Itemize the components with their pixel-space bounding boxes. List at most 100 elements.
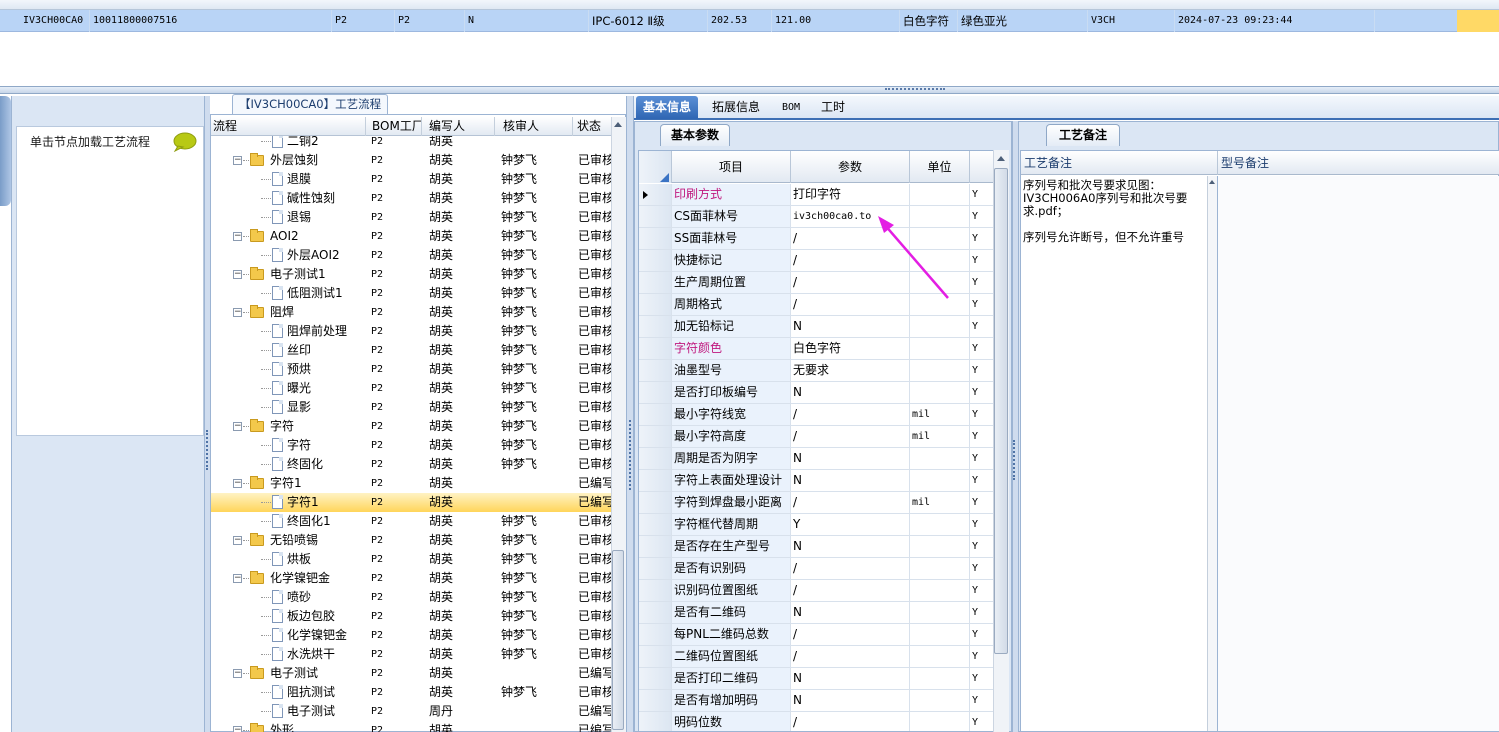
row-selector[interactable] xyxy=(639,360,672,381)
row-selector[interactable] xyxy=(639,712,672,731)
column-header-unit[interactable]: 单位 xyxy=(910,151,970,183)
param-value-cell[interactable]: / xyxy=(791,646,910,667)
param-row[interactable]: 字符到焊盘最小距离 / mil Y xyxy=(639,492,993,514)
cell-mask-color[interactable]: 绿色亚光 xyxy=(958,10,1088,32)
cell-width[interactable]: 121.00 xyxy=(772,10,900,32)
tree-step-row[interactable]: 终固化1 P2 胡英 钟梦飞 已审核 xyxy=(211,512,611,531)
tree-node-cell[interactable]: 水洗烘干 xyxy=(211,645,366,664)
row-selector[interactable] xyxy=(639,206,672,227)
splitter-grip-icon[interactable] xyxy=(1013,440,1015,480)
scroll-up-arrow-icon[interactable] xyxy=(614,122,622,127)
tree-step-row[interactable]: 阻抗测试 P2 胡英 钟梦飞 已审核 xyxy=(211,683,611,702)
param-row[interactable]: 是否有二维码 N Y xyxy=(639,602,993,624)
tree-step-row[interactable]: 显影 P2 胡英 钟梦飞 已审核 xyxy=(211,398,611,417)
collapse-toggle-icon[interactable]: − xyxy=(233,669,242,678)
tree-node-cell[interactable]: − 字符1 xyxy=(211,474,366,493)
param-value-cell[interactable]: N xyxy=(791,470,910,491)
tree-step-row[interactable]: 板边包胶 P2 胡英 钟梦飞 已审核 xyxy=(211,607,611,626)
tree-step-row[interactable]: 化学镍钯金 P2 胡英 钟梦飞 已审核 xyxy=(211,626,611,645)
tab-basic-info[interactable]: 基本信息 xyxy=(636,96,699,119)
tree-node-cell[interactable]: − 化学镍钯金 xyxy=(211,569,366,588)
param-value-cell[interactable]: / xyxy=(791,624,910,645)
tree-folder-row[interactable]: − 外层蚀刻 P2 胡英 钟梦飞 已审核 xyxy=(211,151,611,170)
tree-step-row[interactable]: 退锡 P2 胡英 钟梦飞 已审核 xyxy=(211,208,611,227)
row-selector[interactable] xyxy=(639,448,672,469)
row-selector[interactable] xyxy=(639,470,672,491)
row-selector[interactable] xyxy=(639,492,672,513)
row-selector[interactable] xyxy=(639,338,672,359)
row-selector[interactable] xyxy=(639,272,672,293)
row-selector[interactable] xyxy=(639,668,672,689)
tree-folder-row[interactable]: − 电子测试1 P2 胡英 钟梦飞 已审核 xyxy=(211,265,611,284)
tree-node-cell[interactable]: − AOI2 xyxy=(211,227,366,246)
column-header-reviewer[interactable]: 核审人 xyxy=(495,117,573,136)
tree-node-cell[interactable]: 烘板 xyxy=(211,550,366,569)
tree-step-row[interactable]: 预烘 P2 胡英 钟梦飞 已审核 xyxy=(211,360,611,379)
param-row[interactable]: 加无铅标记 N Y xyxy=(639,316,993,338)
param-row[interactable]: 识别码位置图纸 / Y xyxy=(639,580,993,602)
tree-step-row[interactable]: 电子测试 P2 周丹 已编写 xyxy=(211,702,611,721)
param-value-cell[interactable]: N xyxy=(791,668,910,689)
tree-node-cell[interactable]: 喷砂 xyxy=(211,588,366,607)
tree-step-row[interactable]: 终固化 P2 胡英 钟梦飞 已审核 xyxy=(211,455,611,474)
param-row[interactable]: 最小字符线宽 / mil Y xyxy=(639,404,993,426)
tree-folder-row[interactable]: − 字符1 P2 胡英 已编写 xyxy=(211,474,611,493)
tree-folder-row[interactable]: − 化学镍钯金 P2 胡英 钟梦飞 已审核 xyxy=(211,569,611,588)
tree-step-row[interactable]: 二铜2 P2 胡英 xyxy=(211,136,611,151)
row-selector[interactable] xyxy=(639,250,672,271)
tree-node-cell[interactable]: − 外形 xyxy=(211,721,366,732)
tree-folder-row[interactable]: − 无铅喷锡 P2 胡英 钟梦飞 已审核 xyxy=(211,531,611,550)
param-value-cell[interactable]: 白色字符 xyxy=(791,338,910,359)
tree-step-row[interactable]: 喷砂 P2 胡英 钟梦飞 已审核 xyxy=(211,588,611,607)
flow-tree-scroll-thumb[interactable] xyxy=(612,550,624,730)
tree-step-row[interactable]: 曝光 P2 胡英 钟梦飞 已审核 xyxy=(211,379,611,398)
tree-node-cell[interactable]: − 电子测试1 xyxy=(211,265,366,284)
param-row[interactable]: 是否存在生产型号 N Y xyxy=(639,536,993,558)
horizontal-splitter[interactable] xyxy=(0,86,1499,94)
tree-node-cell[interactable]: 低阻测试1 xyxy=(211,284,366,303)
row-selector[interactable] xyxy=(639,228,672,249)
tab-bom[interactable]: BOM xyxy=(775,96,807,119)
collapse-toggle-icon[interactable]: − xyxy=(233,574,242,583)
tree-node-cell[interactable]: − 字符 xyxy=(211,417,366,436)
cell-length[interactable]: 202.53 xyxy=(708,10,772,32)
column-header-flag[interactable] xyxy=(970,151,993,183)
param-row[interactable]: 油墨型号 无要求 Y xyxy=(639,360,993,382)
cell-version[interactable]: V3CH xyxy=(1088,10,1175,32)
tree-node-cell[interactable]: − 阻焊 xyxy=(211,303,366,322)
collapse-toggle-icon[interactable]: − xyxy=(233,422,242,431)
tree-node-cell[interactable]: 碱性蚀刻 xyxy=(211,189,366,208)
tree-node-cell[interactable]: 字符1 xyxy=(211,493,366,512)
params-grid-scroll-thumb[interactable] xyxy=(994,168,1008,654)
column-header-process-remark[interactable]: 工艺备注 xyxy=(1021,151,1218,175)
tree-node-cell[interactable]: 化学镍钯金 xyxy=(211,626,366,645)
param-value-cell[interactable]: N xyxy=(791,382,910,403)
param-value-cell[interactable]: / xyxy=(791,404,910,425)
param-value-cell[interactable]: N xyxy=(791,602,910,623)
tree-step-row[interactable]: 丝印 P2 胡英 钟梦飞 已审核 xyxy=(211,341,611,360)
tree-node-cell[interactable]: 丝印 xyxy=(211,341,366,360)
collapse-toggle-icon[interactable]: − xyxy=(233,270,242,279)
param-row[interactable]: 是否有识别码 / Y xyxy=(639,558,993,580)
param-row[interactable]: 每PNL二维码总数 / Y xyxy=(639,624,993,646)
cell-code[interactable]: IV3CH00CA0 xyxy=(20,10,90,32)
tree-step-row[interactable]: 水洗烘干 P2 胡英 钟梦飞 已审核 xyxy=(211,645,611,664)
remark-scrollbar[interactable] xyxy=(1208,176,1218,731)
cell-flag[interactable]: N xyxy=(465,10,589,32)
param-row[interactable]: 周期是否为阴字 N Y xyxy=(639,448,993,470)
tree-node-cell[interactable]: 板边包胶 xyxy=(211,607,366,626)
column-header-status[interactable]: 状态 xyxy=(573,117,611,136)
collapse-toggle-icon[interactable]: − xyxy=(233,479,242,488)
param-row[interactable]: 最小字符高度 / mil Y xyxy=(639,426,993,448)
column-header-param[interactable]: 参数 xyxy=(791,151,910,183)
param-row[interactable]: 二维码位置图纸 / Y xyxy=(639,646,993,668)
param-value-cell[interactable]: / xyxy=(791,712,910,731)
collapse-tab[interactable] xyxy=(0,96,11,206)
collapse-toggle-icon[interactable]: − xyxy=(233,232,242,241)
param-row[interactable]: 字符框代替周期 Y Y xyxy=(639,514,993,536)
cell-text-color[interactable]: 白色字符 xyxy=(900,10,958,32)
param-row[interactable]: 字符上表面处理设计 N Y xyxy=(639,470,993,492)
tree-node-cell[interactable]: 二铜2 xyxy=(211,136,366,151)
param-row[interactable]: 明码位数 / Y xyxy=(639,712,993,731)
param-value-cell[interactable]: / xyxy=(791,580,910,601)
